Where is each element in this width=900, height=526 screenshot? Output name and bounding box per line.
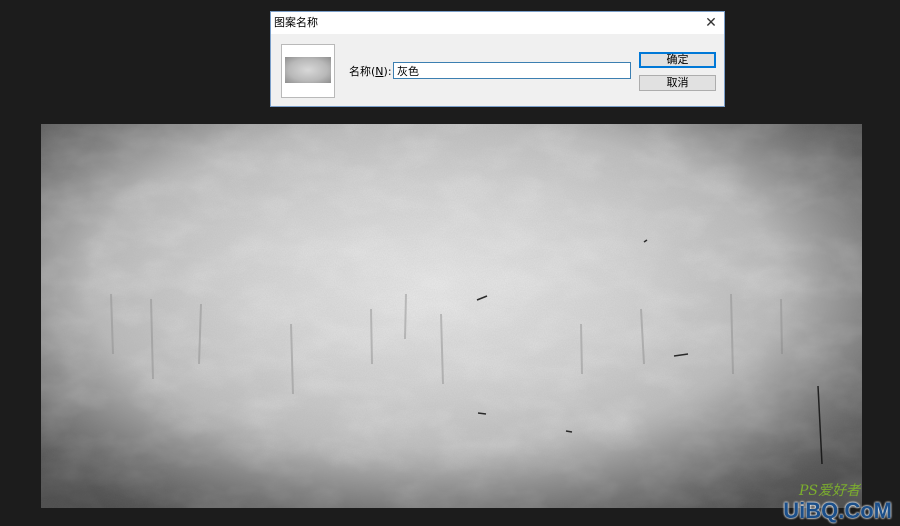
close-button[interactable]: ✕	[702, 14, 720, 32]
concrete-texture-image	[41, 124, 862, 508]
watermark-ps-text: PS爱好者	[798, 483, 860, 499]
pattern-name-input[interactable]	[393, 62, 631, 79]
ok-button[interactable]: 确定	[639, 52, 716, 68]
cancel-button[interactable]: 取消	[639, 75, 716, 91]
site-watermark: PS爱好者 UiBQ.CoM	[783, 483, 892, 523]
watermark-logo: UiBQ.CoM	[783, 498, 892, 523]
dialog-titlebar[interactable]: 图案名称 ✕	[271, 12, 724, 34]
pattern-name-dialog: 图案名称 ✕ 名称(N): 确定 取消	[270, 11, 725, 107]
photoshop-workspace: 图案名称 ✕ 名称(N): 确定 取消 PS爱好者 UiBQ.CoM	[0, 0, 900, 526]
texture-canvas	[41, 124, 862, 508]
name-field-label: 名称(N):	[349, 65, 392, 78]
pattern-preview	[281, 44, 335, 98]
pattern-thumbnail	[285, 57, 331, 83]
close-icon: ✕	[705, 15, 717, 31]
name-hotkey: N	[375, 65, 384, 78]
dialog-title: 图案名称	[274, 16, 318, 29]
